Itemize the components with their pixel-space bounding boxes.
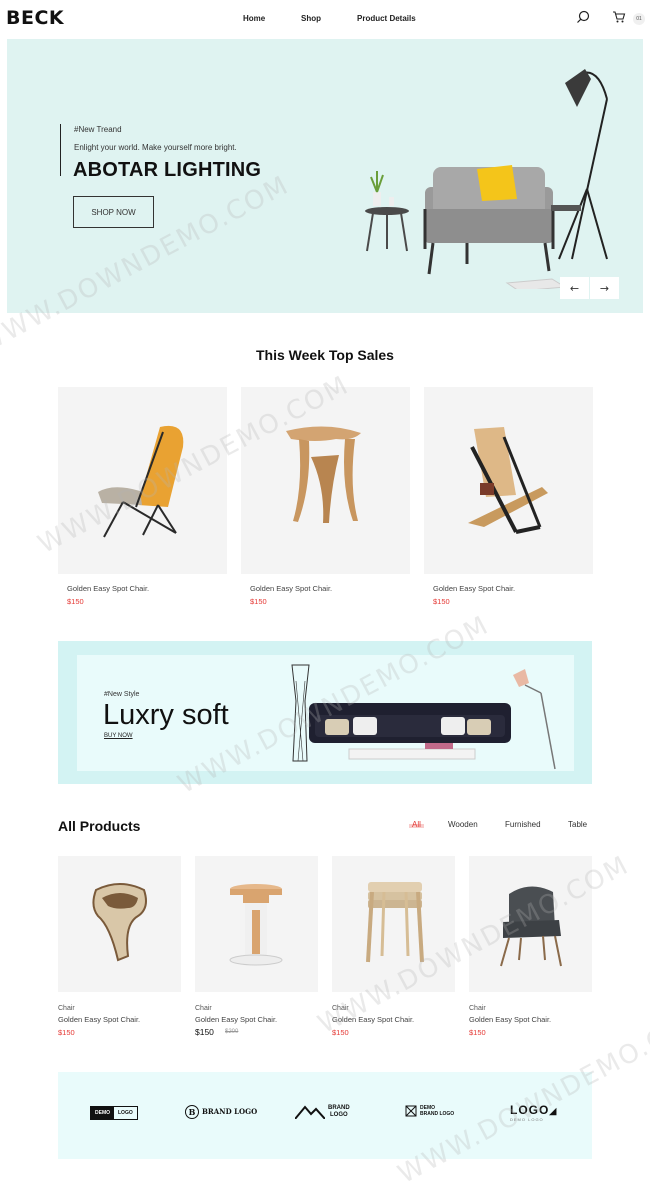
product-name[interactable]: Golden Easy Spot Chair. [433,584,515,593]
mountain-icon [295,1105,325,1119]
filter-table[interactable]: Table [568,820,587,829]
sofa-image [291,664,556,770]
dining-chair-image [500,886,562,967]
filter-wooden[interactable]: Wooden [448,820,478,829]
slider-next-button[interactable]: → [590,277,619,299]
product-card[interactable]: Golden Easy Spot Chair. $150 [241,387,410,606]
brand-logo-text: BRAND [328,1105,350,1111]
brand-logo-text: DEMO [91,1107,114,1119]
promo-banner: #New Style Luxry soft BUY NOW [58,641,592,784]
brand-logo-mountain[interactable]: BRAND LOGO [295,1105,350,1119]
product-image[interactable] [58,856,181,992]
product-card[interactable]: Chair Golden Easy Spot Chair. $150 $200 [195,856,318,1037]
nav-shop[interactable]: Shop [301,14,321,23]
product-price: $150 [250,597,267,606]
brand-logo-text: LOGO [330,1112,348,1118]
curved-chair-image [92,883,147,962]
product-name[interactable]: Golden Easy Spot Chair. [67,584,149,593]
brand-logos: DEMO LOGO B BRAND LOGO BRAND LOGO DEMO BRAN… [58,1072,592,1159]
product-price: $150 [67,597,84,606]
product-name[interactable]: Golden Easy Spot Chair. [332,1015,414,1024]
hero-subtitle: Enlight your world. Make yourself more b… [74,143,237,152]
slider-prev-button[interactable]: ← [560,277,589,299]
brand-logo-text-logo[interactable]: LOGO◢ DEMO LOGO [510,1103,557,1122]
filter-furnished[interactable]: Furnished [505,820,541,829]
product-name[interactable]: Golden Easy Spot Chair. [195,1015,277,1024]
cart-count-badge: 01 [633,13,645,25]
product-old-price: $200 [225,1029,239,1035]
brand-logo-text: BRAND LOGO [420,1111,455,1117]
brand-logo-b[interactable]: B BRAND LOGO [185,1105,257,1119]
product-name[interactable]: Golden Easy Spot Chair. [469,1015,551,1024]
product-category: Chair [469,1005,486,1012]
brand-logo-text: BRAND LOGO [202,1107,258,1116]
site-header: BECK Home Shop Product Details 01 [0,0,650,38]
product-category: Chair [195,1005,212,1012]
wooden-stool-image [286,426,361,523]
buy-now-link[interactable]: BUY NOW [104,733,133,739]
filter-all[interactable]: All [409,820,424,829]
product-price: $150 [58,1028,75,1037]
brand-logo-text: LOGO [510,1103,550,1117]
promo-banner-inner: #New Style Luxry soft BUY NOW [77,655,574,771]
product-card[interactable]: Golden Easy Spot Chair. $150 [58,387,227,606]
hero-slider: #New Treand Enlight your world. Make you… [7,39,643,313]
site-logo[interactable]: BECK [6,7,64,29]
product-card[interactable]: Chair Golden Easy Spot Chair. $150 [332,856,455,1037]
banner-title: Luxry soft [103,699,229,731]
folding-chair-image [468,427,548,534]
search-icon[interactable] [576,10,590,24]
product-price: $150 [332,1028,349,1037]
product-image[interactable] [424,387,593,574]
all-products-title: All Products [58,818,141,834]
product-name[interactable]: Golden Easy Spot Chair. [58,1015,140,1024]
product-card[interactable]: Chair Golden Easy Spot Chair. $150 [58,856,181,1037]
product-price: $150 [195,1027,214,1037]
hero-title: ABOTAR LIGHTING [73,159,262,181]
hero-armchair-image [365,69,608,289]
product-image[interactable] [469,856,592,992]
hero-tag: #New Treand [74,125,122,134]
product-price: $150 [433,597,450,606]
product-card[interactable]: Golden Easy Spot Chair. $150 [424,387,593,606]
brand-logo-cube[interactable]: DEMO BRAND LOGO [405,1105,454,1117]
brand-logo-text: LOGO [118,1110,133,1116]
brand-logo-subtext: DEMO LOGO [510,1117,544,1122]
product-card[interactable]: Chair Golden Easy Spot Chair. $150 [469,856,592,1037]
product-image[interactable] [332,856,455,992]
cursor-icon: ◢ [549,1106,558,1116]
product-name[interactable]: Golden Easy Spot Chair. [250,584,332,593]
hero-accent-line [60,124,61,176]
product-category: Chair [332,1005,349,1012]
cart-icon[interactable] [612,10,626,24]
b-emblem-icon: B [185,1105,199,1119]
nav-product-details[interactable]: Product Details [357,14,416,23]
top-sales-title: This Week Top Sales [256,347,394,363]
lounge-chair-image [98,425,184,538]
nav-home[interactable]: Home [243,14,265,23]
banner-tag: #New Style [104,691,140,698]
product-image[interactable] [195,856,318,992]
product-image[interactable] [241,387,410,574]
shop-now-button[interactable]: SHOP NOW [73,196,154,228]
product-price: $150 [469,1028,486,1037]
product-image[interactable] [58,387,227,574]
cube-icon [405,1105,417,1117]
product-category: Chair [58,1005,75,1012]
stacked-stools-image [366,882,424,963]
side-table-image [229,884,283,966]
brand-logo-demo[interactable]: DEMO LOGO [90,1106,138,1120]
